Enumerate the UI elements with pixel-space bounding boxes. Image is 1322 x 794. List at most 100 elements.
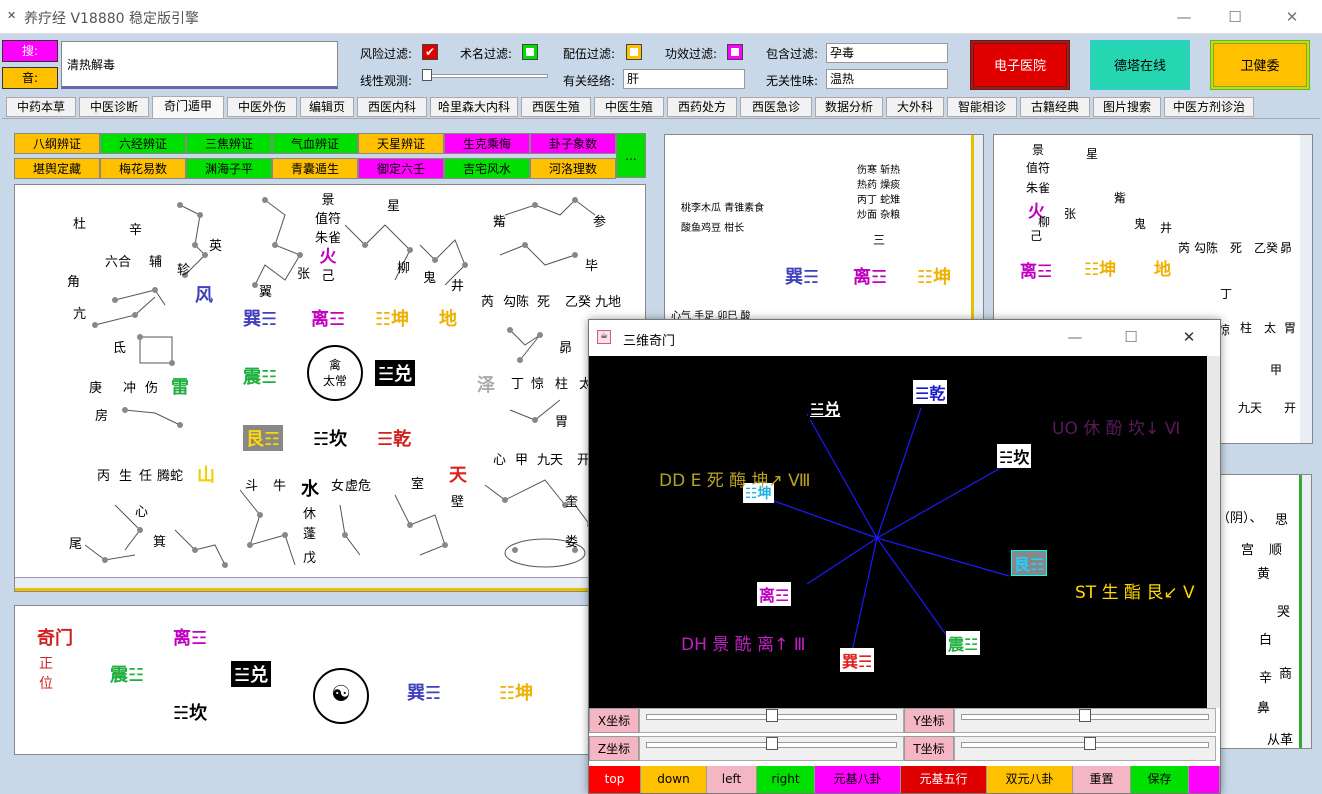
method-row2-5[interactable]: 吉宅风水 — [444, 158, 530, 179]
win3d-minimize[interactable]: — — [1063, 326, 1087, 348]
star-label-22: 尾 — [69, 537, 83, 552]
tab-0[interactable]: 中药本草 — [6, 97, 76, 117]
far-right-lower-vscroll[interactable] — [1299, 475, 1311, 748]
tertiary-vscroll[interactable] — [1300, 135, 1312, 443]
app-icon: ✕ — [7, 9, 17, 22]
node-kan[interactable]: ☵坎 — [997, 444, 1032, 468]
node-gen[interactable]: 艮☶ — [1011, 550, 1048, 576]
gua-zhen: 震☳ — [243, 367, 278, 388]
tab-3[interactable]: 中医外伤 — [227, 97, 297, 117]
tab-8[interactable]: 中医生殖 — [594, 97, 664, 117]
close-button[interactable]: ✕ — [1280, 6, 1304, 28]
main-panel-hscroll[interactable] — [15, 577, 645, 591]
star-label-17: 任 — [139, 469, 153, 484]
method-row2-3[interactable]: 青囊遁生 — [272, 158, 358, 179]
contain-filter-input[interactable]: 孕毒 — [826, 43, 948, 63]
method-row1-2[interactable]: 三焦辨证 — [186, 133, 272, 154]
ji-label: 己 — [321, 269, 335, 284]
risk-filter-checkbox[interactable]: ✔ — [422, 44, 438, 60]
method-row2-4[interactable]: 御定六壬 — [358, 158, 444, 179]
gua-xun: 巽☴ — [243, 309, 278, 330]
method-row2-0[interactable]: 堪舆定藏 — [14, 158, 100, 179]
t-coord-knob[interactable] — [1083, 737, 1096, 750]
win3d-maximize[interactable]: ☐ — [1119, 326, 1143, 348]
node-qian[interactable]: ☰乾 — [913, 380, 948, 404]
tab-6[interactable]: 哈里森大内科 — [430, 97, 518, 117]
search-textarea[interactable]: 清热解毒 — [61, 41, 338, 89]
tab-9[interactable]: 西药处方 — [667, 97, 737, 117]
method-row2-2[interactable]: 渊海子平 — [186, 158, 272, 179]
t-coord-slider[interactable] — [954, 736, 1216, 761]
z-coord-knob[interactable] — [765, 737, 778, 750]
linear-observe-slider[interactable] — [420, 68, 550, 84]
pair-filter-checkbox[interactable] — [626, 44, 642, 60]
star-label-20: 心 — [135, 505, 149, 520]
win3d-btn-2[interactable]: left — [707, 766, 757, 793]
tab-2[interactable]: 奇门遁甲 — [152, 96, 224, 118]
tab-10[interactable]: 西医急诊 — [740, 97, 812, 117]
risk-filter-label: 风险过滤: — [360, 47, 413, 61]
z-coord-slider[interactable] — [639, 736, 904, 761]
tab-13[interactable]: 智能相诊 — [947, 97, 1017, 117]
unrelated-taste-input[interactable]: 温热 — [826, 69, 948, 89]
bottom-title: 奇门 — [37, 628, 73, 649]
node-xun[interactable]: 巽☴ — [840, 648, 875, 672]
y-coord-knob[interactable] — [1079, 709, 1091, 722]
x-coord-slider[interactable] — [639, 708, 904, 733]
star-label-53: 九天 — [537, 453, 564, 468]
method-row1-4[interactable]: 天星辨证 — [358, 133, 444, 154]
method-row1-0[interactable]: 八纲辨证 — [14, 133, 100, 154]
qimen-3d-canvas[interactable]: ☱兑 ☰乾 ☵坎 ☷坤 艮☶ 离☲ 巽☴ 震☳ UO 休 酚 坎↓ Ⅵ DD E… — [589, 356, 1207, 708]
win3d-btn-4[interactable]: 元基八卦 — [815, 766, 901, 793]
win3d-btn-5[interactable]: 元基五行 — [901, 766, 987, 793]
deta-online-button[interactable]: 德塔在线 — [1090, 40, 1190, 90]
right-line-1: 伤寒 斩热 — [857, 165, 901, 176]
health-commission-button[interactable]: 卫健委 — [1210, 40, 1310, 90]
x-coord-knob[interactable] — [765, 709, 778, 722]
star-label-29: 天 — [449, 465, 467, 486]
tab-14[interactable]: 古籍经典 — [1020, 97, 1090, 117]
linear-observe-knob[interactable] — [422, 69, 432, 81]
y-coord-slider[interactable] — [954, 708, 1216, 733]
minimize-button[interactable]: — — [1172, 6, 1196, 28]
e-hospital-button[interactable]: 电子医院 — [970, 40, 1070, 90]
more-methods-button[interactable]: ... — [616, 133, 646, 178]
win3d-btn-6[interactable]: 双元八卦 — [987, 766, 1073, 793]
bottom-gua-li: 离☲ — [173, 628, 208, 649]
tab-16[interactable]: 中医方剂诊治 — [1164, 97, 1254, 117]
node-li[interactable]: 离☲ — [757, 582, 792, 606]
method-row2-1[interactable]: 梅花易数 — [100, 158, 186, 179]
win3d-side-strip — [1207, 356, 1220, 708]
method-row1-5[interactable]: 生克乘侮 — [444, 133, 530, 154]
win3d-btn-8[interactable]: 保存 — [1131, 766, 1189, 793]
win3d-btn-0[interactable]: top — [589, 766, 641, 793]
far-side-item-9: 鼻 — [1257, 701, 1271, 716]
method-row2-6[interactable]: 河洛理数 — [530, 158, 616, 179]
method-row1-1[interactable]: 六经辨证 — [100, 133, 186, 154]
tab-7[interactable]: 西医生殖 — [521, 97, 591, 117]
win3d-btn-7[interactable]: 重置 — [1073, 766, 1131, 793]
method-row1-6[interactable]: 卦子象数 — [530, 133, 616, 154]
far-right-item-26: 开 — [1284, 401, 1297, 415]
star-label-3: 六合 — [105, 255, 132, 270]
win3d-btn-3[interactable]: right — [757, 766, 815, 793]
surname-filter-checkbox[interactable] — [522, 44, 538, 60]
effect-filter-checkbox[interactable] — [727, 44, 743, 60]
tab-1[interactable]: 中医诊断 — [79, 97, 149, 117]
star-label-50: 胃 — [555, 415, 569, 430]
win3d-btn-overflow[interactable] — [1189, 766, 1220, 793]
tab-15[interactable]: 图片搜索 — [1093, 97, 1161, 117]
node-zhen[interactable]: 震☳ — [946, 631, 981, 655]
tab-12[interactable]: 大外科 — [886, 97, 944, 117]
tab-5[interactable]: 西医内科 — [357, 97, 427, 117]
far-right-item-18: 昴 — [1280, 241, 1293, 255]
tab-11[interactable]: 数据分析 — [815, 97, 883, 117]
win3d-btn-1[interactable]: down — [641, 766, 707, 793]
node-dui[interactable]: ☱兑 — [808, 396, 843, 420]
method-row1-3[interactable]: 气血辨证 — [272, 133, 358, 154]
maximize-button[interactable]: ☐ — [1223, 6, 1247, 28]
label-uo: UO 休 酚 坎↓ Ⅵ — [1052, 419, 1181, 439]
win3d-close[interactable]: ✕ — [1177, 326, 1201, 348]
tab-4[interactable]: 编辑页 — [300, 97, 354, 117]
related-meridian-input[interactable]: 肝 — [623, 69, 745, 89]
